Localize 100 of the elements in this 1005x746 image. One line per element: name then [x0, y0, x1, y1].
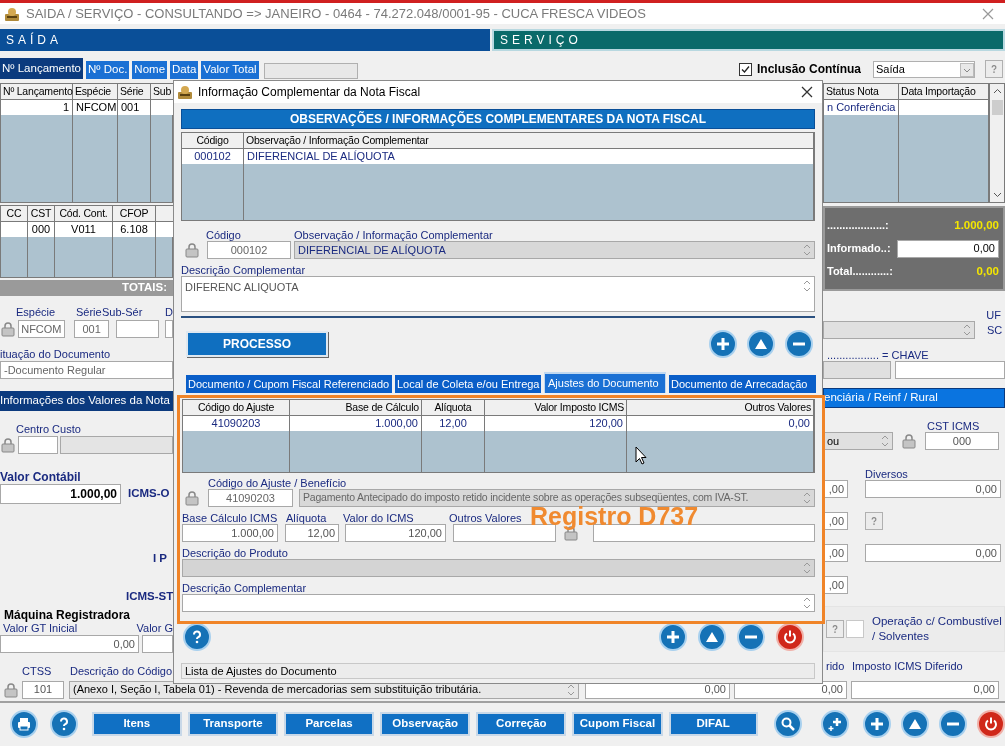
key-field[interactable] [895, 361, 1005, 379]
table-cell[interactable]: 41090203 [183, 416, 289, 431]
help-button[interactable] [865, 512, 883, 530]
note-field[interactable]: DIFERENCIAL DE ALÍQUOTA [294, 241, 815, 259]
value-field[interactable]: 1.000,00 [182, 524, 278, 542]
process-button[interactable]: PROCESSO [186, 331, 328, 357]
gt-initial-field[interactable]: 0,00 [0, 635, 139, 653]
remove-button[interactable] [939, 710, 968, 738]
checkbox[interactable] [739, 62, 752, 76]
close-button[interactable] [800, 85, 814, 99]
table-cell[interactable]: V011 [55, 222, 112, 237]
column-header[interactable]: Espécie [73, 84, 117, 100]
date-field[interactable] [165, 320, 173, 338]
toolbar-button[interactable]: Observação [380, 712, 471, 736]
scroll-arrows-icon[interactable] [802, 561, 812, 575]
table-cell[interactable]: NFCOM [73, 100, 117, 115]
situation-field[interactable]: -Documento Regular [0, 361, 173, 379]
lock-icon[interactable] [0, 437, 16, 453]
tab[interactable]: Documento / Cupom Fiscal Referenciado [186, 375, 392, 393]
table-cell[interactable]: n Conferência [824, 100, 898, 115]
help-button[interactable] [183, 623, 211, 651]
column-header[interactable]: Valor Imposto ICMS [485, 400, 626, 416]
scroll-arrows-icon[interactable] [802, 279, 812, 293]
toolbar-button[interactable]: Itens [91, 712, 182, 736]
column-header[interactable]: Base de Cálculo [290, 400, 421, 416]
search-field[interactable] [263, 63, 358, 79]
subserie-field[interactable] [115, 320, 159, 338]
column-header[interactable] [156, 206, 173, 222]
value-field[interactable]: 12,00 [285, 524, 339, 542]
value-field[interactable]: ,00 [823, 576, 848, 594]
lock-icon[interactable] [0, 321, 16, 337]
tab[interactable]: Ajustes do Documento [544, 372, 666, 393]
value-field[interactable]: 0,00 [865, 544, 1001, 562]
table-cell[interactable] [1, 222, 27, 237]
complement-field[interactable] [182, 594, 815, 612]
power-button[interactable] [776, 623, 804, 651]
scrollbar-thumb[interactable] [991, 100, 1003, 115]
column-header[interactable]: CC [1, 206, 27, 222]
key-prefix-field[interactable] [823, 361, 891, 379]
column-header[interactable]: Data Importação [899, 84, 988, 100]
description-field[interactable]: DIFERENC ALIQUOTA [181, 276, 815, 312]
column-header[interactable]: Status Nota [824, 84, 898, 100]
scroll-arrows-icon[interactable] [802, 491, 812, 505]
column-header[interactable]: CFOP [113, 206, 155, 222]
value-field[interactable]: 0,00 [865, 480, 1001, 498]
table-cell[interactable]: 000 [28, 222, 54, 237]
table-cell[interactable]: 1 [1, 100, 72, 115]
search-tab[interactable]: Nº Doc. [86, 61, 130, 79]
lock-icon[interactable] [184, 490, 200, 506]
tab[interactable]: Documento de Arrecadação [669, 375, 816, 393]
gt-final-field[interactable] [142, 635, 173, 653]
adjustment-description-field[interactable]: Pagamento Antecipado do imposto retido incidente sobre as operações subseqüentes, com IVA-ST. [299, 489, 815, 507]
value-field[interactable]: ,00 [823, 480, 848, 498]
table-cell[interactable]: 0,00 [627, 416, 813, 431]
up-button[interactable] [698, 623, 726, 651]
scrollbar[interactable] [990, 83, 1005, 203]
cost-center-name-field[interactable] [60, 436, 173, 454]
column-header[interactable]: Código [182, 133, 243, 149]
especie-field[interactable]: NFCOM [17, 320, 65, 338]
value-field[interactable]: ,00 [823, 512, 848, 530]
table-cell[interactable] [156, 222, 173, 237]
column-header[interactable]: Alíquota [422, 400, 484, 416]
code-field[interactable]: 000102 [207, 241, 291, 259]
help-button[interactable] [985, 60, 1003, 78]
toolbar-button[interactable]: Transporte [187, 712, 278, 736]
column-header[interactable]: CST [28, 206, 54, 222]
search-button[interactable] [773, 710, 802, 738]
table-cell[interactable]: 6.108 [113, 222, 155, 237]
print-button[interactable] [10, 710, 38, 738]
search-tab[interactable]: Data [170, 61, 199, 79]
up-button[interactable] [901, 710, 930, 738]
remove-button[interactable] [785, 330, 813, 358]
search-tab[interactable]: Nº Lançamento [0, 58, 83, 79]
add-button[interactable] [863, 710, 892, 738]
cst-field[interactable]: 000 [925, 432, 999, 450]
mode-dropdown[interactable]: Saída [873, 61, 975, 78]
scroll-arrows-icon[interactable] [880, 434, 890, 448]
remove-button[interactable] [737, 623, 765, 651]
toolbar-button[interactable]: Parcelas [284, 712, 375, 736]
toolbar-button[interactable]: Cupom Fiscal [572, 712, 663, 736]
column-header[interactable]: Outros Valores [627, 400, 813, 416]
column-header[interactable]: Série [118, 84, 150, 100]
add-button[interactable] [659, 623, 687, 651]
toolbar-button[interactable]: Correção [476, 712, 567, 736]
help-button[interactable] [49, 710, 78, 738]
toolbar-button[interactable]: DIFAL [668, 712, 758, 736]
up-button[interactable] [747, 330, 775, 358]
table-cell[interactable]: 120,00 [485, 416, 626, 431]
power-button[interactable] [977, 710, 1005, 738]
table-cell[interactable]: 001 [118, 100, 150, 115]
value-field[interactable]: ,00 [823, 544, 848, 562]
table-cell[interactable]: 12,00 [422, 416, 484, 431]
scroll-arrows-icon[interactable] [962, 323, 972, 337]
adjustment-code-field[interactable]: 41090203 [208, 489, 293, 507]
total-field[interactable]: 0,00 [897, 239, 999, 258]
column-header[interactable]: Código do Ajuste [183, 400, 289, 416]
cost-center-field[interactable] [18, 436, 58, 454]
lock-icon[interactable] [3, 681, 19, 698]
help-button[interactable] [826, 620, 844, 638]
lock-icon[interactable] [901, 433, 917, 449]
